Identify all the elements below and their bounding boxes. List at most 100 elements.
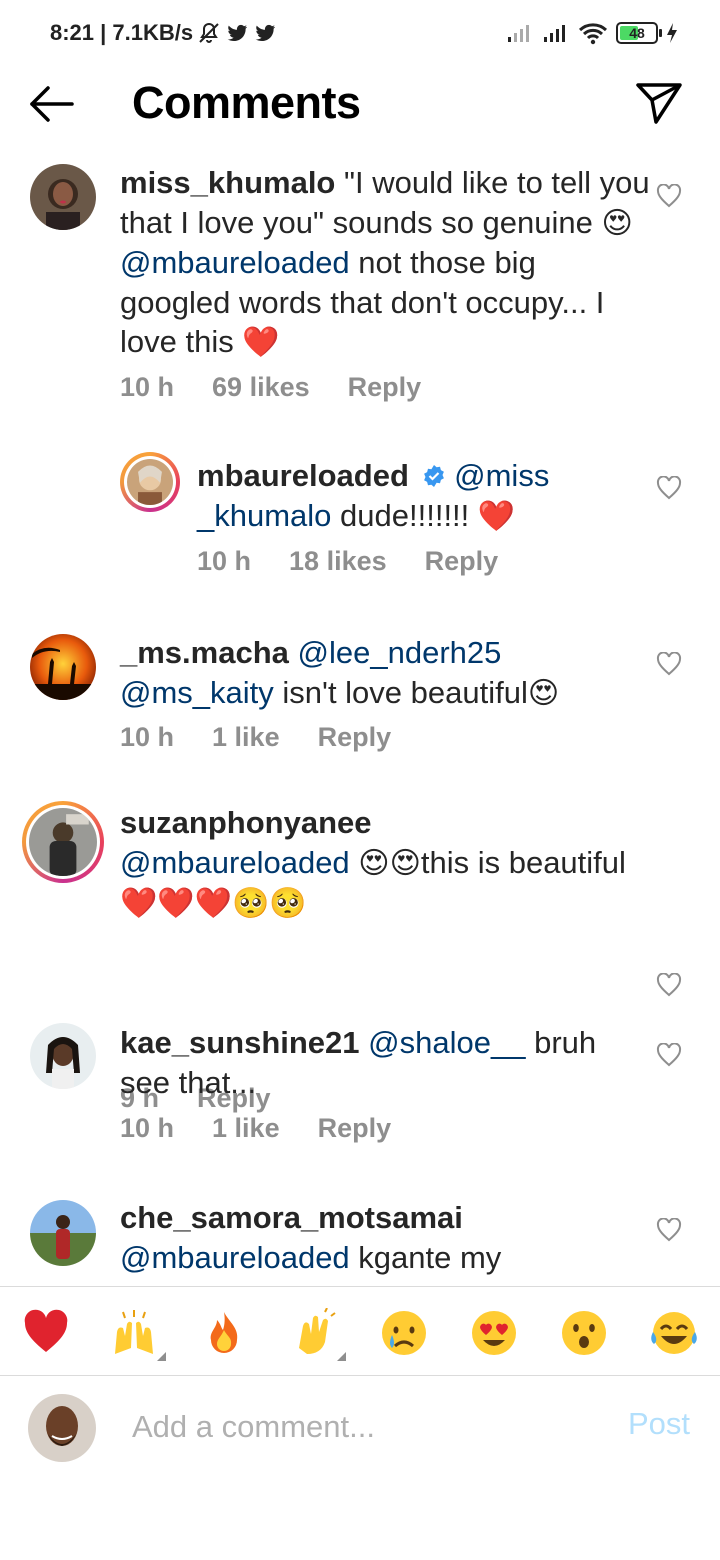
skin-tone-indicator xyxy=(337,1352,346,1361)
raising-hands-emoji-button[interactable] xyxy=(106,1305,166,1361)
emoji: 😍 xyxy=(527,675,560,711)
reply-button[interactable]: Reply xyxy=(348,372,422,403)
comment-username[interactable]: _ms.macha xyxy=(120,635,289,670)
red-heart-icon xyxy=(24,1309,68,1352)
mention-link[interactable]: @shaloe__ xyxy=(368,1025,525,1060)
mention-link[interactable]: @lee_nderh25 xyxy=(298,635,502,670)
emoji-quick-bar xyxy=(0,1286,720,1376)
comment-body: kgante my xyxy=(349,1239,502,1275)
status-left: 8:21 | 7.1KB/s xyxy=(50,17,277,49)
mention-link[interactable]: @mbaureloaded xyxy=(120,845,350,880)
battery-indicator: 48 xyxy=(616,22,662,44)
heart-outline-icon[interactable] xyxy=(656,184,682,208)
comment-username[interactable]: mbaureloaded xyxy=(197,458,409,493)
twitter-icon xyxy=(255,24,276,41)
avatar[interactable] xyxy=(22,801,104,883)
comment-meta: 10 h 1 like Reply xyxy=(120,722,391,753)
comment-body: isn't love beautiful xyxy=(273,674,528,710)
mention-link[interactable]: @mbaureloaded xyxy=(120,245,350,280)
emoji: ❤️❤️❤️🥺🥺 xyxy=(120,886,307,921)
raising-hands-icon xyxy=(115,1310,153,1354)
page-title: Comments xyxy=(132,77,361,128)
crying-face-emoji-button[interactable] xyxy=(376,1305,432,1361)
avatar[interactable] xyxy=(30,634,96,700)
status-time-speed: 8:21 | 7.1KB/s xyxy=(50,20,194,45)
crying-face-icon xyxy=(382,1311,426,1355)
tears-of-joy-emoji-button[interactable] xyxy=(646,1305,702,1361)
avatar[interactable] xyxy=(120,452,180,512)
direct-share-icon[interactable] xyxy=(634,80,684,126)
comment-time: 10 h xyxy=(197,546,252,576)
comment-likes[interactable]: 18 likes xyxy=(289,546,387,577)
battery-level: 48 xyxy=(629,25,645,41)
comment-meta: 10 h 1 like Reply xyxy=(120,1113,391,1144)
wifi-icon xyxy=(578,23,608,45)
heart-eyes-emoji-button[interactable] xyxy=(466,1305,522,1361)
signal-icon xyxy=(544,25,565,42)
comment-body: this is beautiful xyxy=(420,844,626,880)
comment-username[interactable]: miss_khumalo xyxy=(120,165,335,200)
battery-tip xyxy=(659,29,662,37)
comment-text: mbaureloaded @miss _khumalo dude!!!!!!! … xyxy=(197,456,637,536)
emoji: 😍😍 xyxy=(358,845,421,881)
emoji: ❤️ xyxy=(477,498,516,534)
comment-likes[interactable]: 1 like xyxy=(212,1113,280,1144)
heart-outline-icon[interactable] xyxy=(656,1043,682,1067)
muted-bell-icon xyxy=(199,22,219,43)
header: Comments xyxy=(0,64,720,146)
comment-time: 10 h xyxy=(120,1113,175,1143)
skin-tone-indicator xyxy=(157,1352,166,1361)
mention-link[interactable]: @ms_kaity xyxy=(120,675,274,710)
reply-button[interactable]: Reply xyxy=(318,1113,392,1144)
reply-button[interactable]: Reply xyxy=(425,546,499,577)
comment-item: che_samora_motsamai @mbaureloaded kgante… xyxy=(0,1186,720,1286)
status-right: 48 xyxy=(506,18,678,48)
comment-body: dude!!!!!!! xyxy=(331,497,478,533)
heart-eyes-face-icon xyxy=(472,1311,516,1355)
verified-badge-icon xyxy=(423,465,444,487)
back-arrow-icon[interactable] xyxy=(26,80,78,128)
mention-link[interactable]: @mbaureloaded xyxy=(120,1240,350,1275)
tears-of-joy-face-icon xyxy=(651,1312,697,1354)
heart-outline-icon[interactable] xyxy=(656,476,682,500)
reply-comment-item: mbaureloaded @miss _khumalo dude!!!!!!! … xyxy=(0,446,720,606)
fire-icon xyxy=(210,1312,238,1353)
avatar[interactable] xyxy=(30,1200,96,1266)
comment-likes[interactable]: 69 likes xyxy=(212,372,310,403)
comment-item: _ms.macha @lee_nderh25 @ms_kaity isn't l… xyxy=(0,616,720,776)
avatar[interactable] xyxy=(30,164,96,230)
comments-list: miss_khumalo "I would like to tell you t… xyxy=(0,146,720,1286)
comment-time: 10 h xyxy=(120,722,175,752)
clapping-hands-icon xyxy=(299,1308,336,1354)
comment-meta: 10 h 18 likes Reply xyxy=(197,546,498,577)
heart-outline-icon[interactable] xyxy=(656,1218,682,1242)
comment-likes[interactable]: 1 like xyxy=(212,722,280,753)
clapping-hands-emoji-button[interactable] xyxy=(286,1305,346,1361)
comment-text: miss_khumalo "I would like to tell you t… xyxy=(120,163,650,363)
comment-meta: 10 h 69 likes Reply xyxy=(120,372,421,403)
comment-input[interactable] xyxy=(132,1402,592,1452)
signal-icon xyxy=(508,25,529,42)
comment-text: che_samora_motsamai @mbaureloaded kgante… xyxy=(120,1198,650,1277)
comment-text: _ms.macha @lee_nderh25 @ms_kaity isn't l… xyxy=(120,633,650,713)
avatar[interactable] xyxy=(30,1023,96,1089)
emoji: 😍 xyxy=(601,205,633,241)
twitter-icon xyxy=(227,24,248,41)
comment-username[interactable]: che_samora_motsamai xyxy=(120,1200,463,1235)
reply-button[interactable]: Reply xyxy=(318,722,392,753)
emoji: ❤️ xyxy=(242,325,280,360)
comment-text: suzanphonyanee @mbaureloaded 😍😍this is b… xyxy=(120,803,660,924)
heart-emoji-button[interactable] xyxy=(18,1305,74,1361)
post-button[interactable]: Post xyxy=(628,1406,690,1442)
charging-icon xyxy=(667,23,677,43)
heart-outline-icon[interactable] xyxy=(656,652,682,676)
surprised-face-emoji-button[interactable] xyxy=(556,1305,612,1361)
fire-emoji-button[interactable] xyxy=(196,1305,252,1361)
comment-time: 10 h xyxy=(120,372,175,402)
comment-item: kae_sunshine21 @shaloe__ bruh see that..… xyxy=(0,1011,720,1171)
status-bar: 8:21 | 7.1KB/s 48 xyxy=(0,0,720,64)
surprised-face-icon xyxy=(562,1311,606,1355)
comment-username[interactable]: suzanphonyanee xyxy=(120,805,372,840)
comment-username[interactable]: kae_sunshine21 xyxy=(120,1025,360,1060)
heart-outline-icon[interactable] xyxy=(656,973,682,997)
